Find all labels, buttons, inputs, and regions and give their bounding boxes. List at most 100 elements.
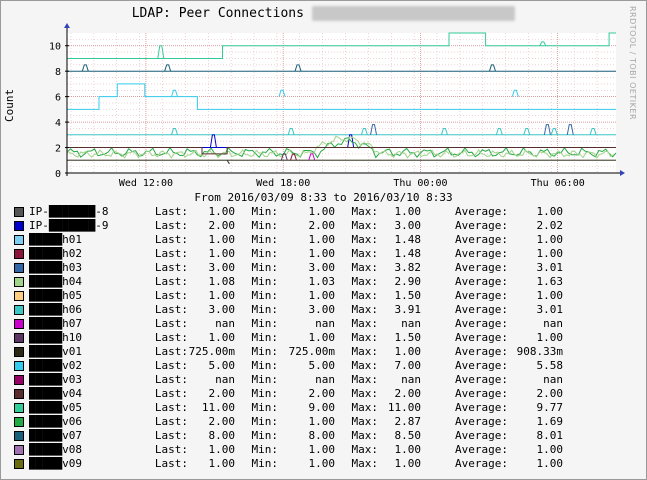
legend-last-label: Last:	[154, 219, 188, 232]
legend-max-value: 1.50	[394, 331, 422, 344]
legend-max-value: nan	[401, 317, 421, 330]
legend-max-value: 3.00	[394, 219, 422, 232]
legend-min-value: 2.00	[308, 387, 336, 400]
legend-series-name: █████h10	[29, 331, 82, 344]
legend-last-value: 5.00	[208, 359, 236, 372]
legend-last-value: 1.08	[208, 275, 236, 288]
legend-min-label: Min:	[251, 373, 279, 386]
legend-avg-label: Average:	[455, 219, 508, 232]
legend-max-label: Max:	[351, 219, 379, 232]
legend-avg-value: 2.00	[536, 387, 564, 400]
legend-min-label: Min:	[251, 429, 279, 442]
legend-avg-label: Average:	[455, 289, 508, 302]
x-axis-arrow	[620, 170, 625, 176]
legend-swatch	[14, 417, 24, 427]
legend-max-label: Max:	[351, 247, 379, 260]
y-tick-label: 8	[55, 67, 61, 78]
legend-max-value: 3.91	[394, 303, 422, 316]
legend-series-name: █████h05	[29, 289, 82, 302]
legend-avg-label: Average:	[455, 387, 508, 400]
legend-max-label: Max:	[351, 275, 379, 288]
legend-last-label: Last:	[154, 443, 188, 456]
legend-swatch	[14, 431, 24, 441]
legend-max-label: Max:	[351, 303, 379, 316]
legend-avg-value: 1.00	[536, 443, 564, 456]
legend-avg-value: 1.00	[536, 457, 564, 470]
legend-series-name: █████h06	[29, 303, 82, 316]
legend-series-name: █████v08	[29, 443, 82, 456]
legend-last-value: 3.00	[208, 303, 236, 316]
legend-series-name: █████v06	[29, 415, 82, 428]
legend-min-label: Min:	[251, 317, 279, 330]
legend-series-name: █████h02	[29, 247, 82, 260]
legend-avg-value: 908.33m	[516, 345, 563, 358]
legend-swatch	[14, 277, 24, 287]
y-tick-label: 0	[55, 169, 61, 180]
legend-last-label: Last:	[154, 359, 188, 372]
legend-last-label: Last:	[154, 247, 188, 260]
legend-avg-label: Average:	[455, 443, 508, 456]
legend-max-value: 1.50	[394, 289, 422, 302]
legend-avg-label: Average:	[455, 331, 508, 344]
legend-max-value: 11.00	[387, 401, 421, 414]
legend-last-value: 1.00	[208, 443, 236, 456]
legend-avg-value: nan	[543, 317, 563, 330]
legend-min-value: 1.00	[308, 415, 336, 428]
legend-min-value: 5.00	[308, 359, 336, 372]
x-tick-label: Wed 18:00	[256, 178, 310, 189]
legend-min-label: Min:	[251, 303, 279, 316]
legend-avg-label: Average:	[455, 401, 508, 414]
legend-last-value: 1.00	[208, 247, 236, 260]
legend-max-label: Max:	[351, 429, 379, 442]
legend-series-name: █████h03	[29, 261, 82, 274]
legend-max-value: nan	[401, 373, 421, 386]
legend-min-value: 3.00	[308, 303, 336, 316]
legend-min-label: Min:	[251, 247, 279, 260]
legend-max-label: Max:	[351, 359, 379, 372]
legend-series-name: █████v03	[29, 373, 82, 386]
y-tick-label: 10	[49, 42, 61, 53]
legend-min-value: 8.00	[308, 429, 336, 442]
legend-max-label: Max:	[351, 457, 379, 470]
legend-avg-value: 3.01	[536, 303, 564, 316]
legend-min-value: 3.00	[308, 261, 336, 274]
legend-swatch	[14, 291, 24, 301]
legend-swatch	[14, 319, 24, 329]
legend-swatch	[14, 235, 24, 245]
legend-max-value: 2.87	[394, 415, 422, 428]
legend-series-name: IP-███████-9	[29, 219, 109, 232]
legend-max-value: 7.00	[394, 359, 422, 372]
legend-avg-label: Average:	[455, 457, 508, 470]
legend-last-label: Last:	[154, 275, 188, 288]
legend-min-label: Min:	[251, 331, 279, 344]
legend-series-name: █████v05	[29, 401, 82, 414]
legend-series-name: █████h04	[29, 275, 82, 288]
legend-swatch	[14, 361, 24, 371]
legend-avg-value: nan	[543, 373, 563, 386]
legend-last-value: 2.00	[208, 415, 236, 428]
legend-last-value: 2.00	[208, 387, 236, 400]
x-tick-label: Thu 00:00	[393, 178, 447, 189]
legend-min-value: 1.00	[308, 247, 336, 260]
legend-max-label: Max:	[351, 415, 379, 428]
legend-last-label: Last:	[154, 289, 188, 302]
legend-min-label: Min:	[251, 401, 279, 414]
legend-avg-label: Average:	[455, 261, 508, 274]
legend-min-value: 1.00	[308, 205, 336, 218]
legend-avg-value: 1.00	[536, 289, 564, 302]
legend-min-label: Min:	[251, 233, 279, 246]
legend-min-value: 1.00	[308, 443, 336, 456]
legend-last-label: Last:	[154, 331, 188, 344]
legend-last-value: 11.00	[201, 401, 235, 414]
legend-max-value: 2.90	[394, 275, 422, 288]
legend-avg-value: 1.00	[536, 233, 564, 246]
legend-swatch	[14, 347, 24, 357]
legend-max-value: 1.00	[394, 457, 422, 470]
legend-max-label: Max:	[351, 289, 379, 302]
legend-avg-label: Average:	[455, 275, 508, 288]
legend-swatch	[14, 305, 24, 315]
legend-series-name: IP-███████-8	[29, 205, 109, 218]
legend-swatch	[14, 221, 24, 231]
legend-min-label: Min:	[251, 457, 279, 470]
legend-min-value: 1.00	[308, 331, 336, 344]
